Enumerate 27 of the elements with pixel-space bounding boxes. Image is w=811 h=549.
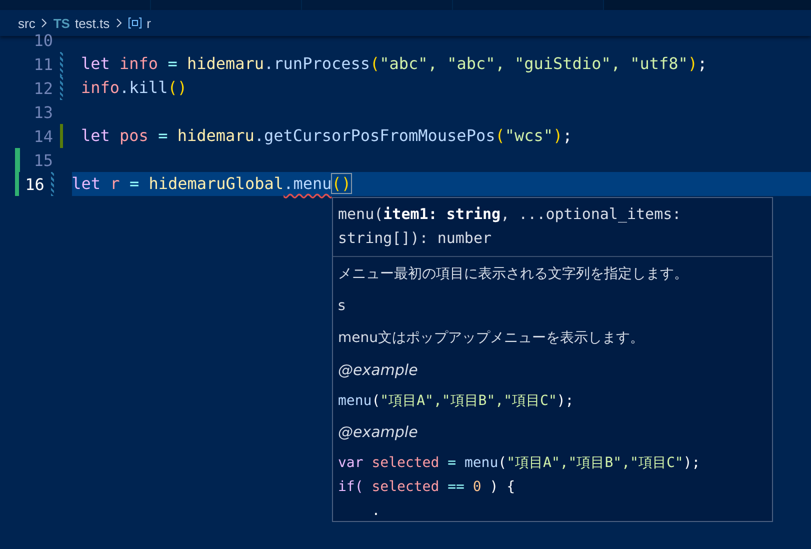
line-number: 15	[32, 150, 53, 170]
line-number: 13	[32, 102, 53, 122]
function-signature: menu(item1: string, ...optional_items: string[]): number	[333, 198, 772, 257]
line-number: 10	[32, 30, 53, 50]
code-line: let pos = hidemaru.getCursorPosFromMousePos("wcs");	[81, 125, 572, 147]
line-number: 14	[32, 126, 53, 146]
example-code-line: .	[370, 502, 382, 521]
code-line: info.kill()	[81, 77, 187, 99]
line-number: 11	[32, 54, 53, 74]
line-number: 16	[24, 174, 44, 194]
breadcrumb-item[interactable]: test.ts	[74, 16, 110, 30]
doc-tag: @example	[338, 359, 767, 381]
doc-text: メニュー最初の項目に表示される文字列を指定します。	[338, 265, 689, 284]
doc-text: menu文はポップアップメニューを表示します。	[338, 329, 645, 348]
line-number: 12	[32, 78, 53, 98]
doc-text: s	[338, 297, 346, 316]
code-line: let info = hidemaru.runProcess("abc", "abc", "guiStdio", "utf8");	[81, 53, 708, 75]
breadcrumb-item[interactable]: r	[146, 16, 151, 30]
chevron-icon	[114, 18, 123, 28]
typescript-icon: TS	[53, 16, 70, 30]
breadcrumb-item[interactable]: src	[18, 16, 36, 30]
example-code-line: var selected = menu("項目A","項目B","項目C");	[338, 454, 702, 473]
example-code-line: if( selected == 0 ) {	[338, 478, 516, 497]
doc-tag: @example	[338, 421, 767, 443]
symbol-icon	[128, 17, 142, 29]
example-code-line: menu("項目A","項目B","項目C");	[338, 392, 575, 411]
chevron-icon	[40, 18, 48, 28]
